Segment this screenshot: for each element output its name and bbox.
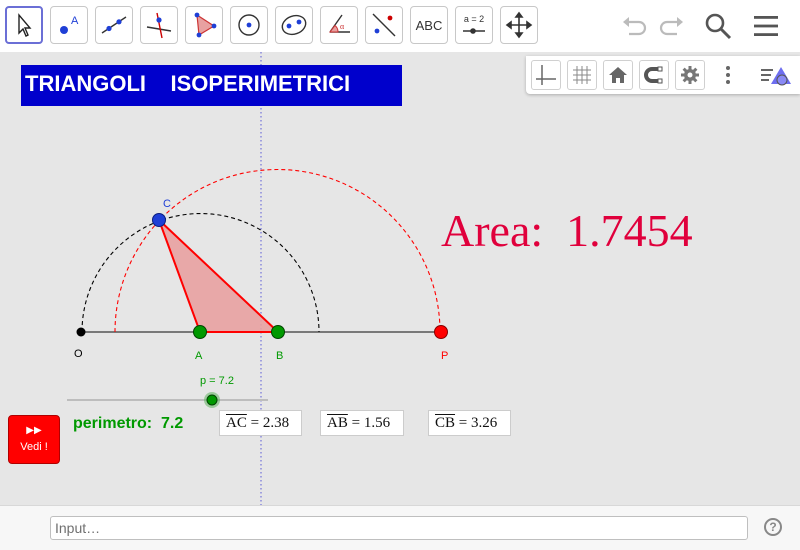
text-icon: ABC (415, 17, 443, 33)
polygon-icon (194, 12, 217, 38)
point-icon: A (60, 15, 79, 34)
home-button[interactable] (603, 60, 633, 90)
segment-ab-value: 1.56 (363, 415, 391, 431)
text-tool-button[interactable]: ABC (410, 6, 448, 44)
perimetro-text: perimetro: 7.2 (73, 415, 183, 433)
perimetro-value: 7.2 (161, 415, 184, 432)
undo-button[interactable] (618, 10, 650, 42)
construction-canvas: O A B C P p = 7.2 (67, 52, 448, 505)
style-bar (526, 56, 800, 94)
perpendicular-line-icon (146, 12, 172, 39)
magnet-icon (644, 66, 663, 84)
redo-icon (659, 17, 683, 36)
fast-forward-icon: ▶▶ (26, 425, 42, 436)
slider-icon: a = 2 (463, 14, 485, 34)
menu-icon (754, 16, 778, 36)
title-box: TRIANGOLI ISOPERIMETRICI (21, 65, 402, 106)
snap-button[interactable] (639, 60, 669, 90)
reflect-icon (372, 13, 396, 37)
svg-text:α: α (340, 22, 345, 31)
svg-text:A: A (71, 15, 79, 27)
segment-cb-value: 3.26 (470, 415, 498, 431)
axes-icon (536, 65, 556, 85)
segment-cb-name: CB (435, 415, 456, 431)
svg-text:a = 2: a = 2 (464, 14, 484, 24)
circle-tool-button[interactable] (230, 6, 268, 44)
slider-label: p = 7.2 (200, 375, 234, 387)
move-graphics-icon (505, 11, 533, 39)
segment-ac-box: AC = 2.38 (219, 410, 302, 436)
graphics-view[interactable]: O A B C P p = 7.2 TRIANGOLI ISOPERIMETRI… (0, 52, 800, 505)
more-icon (726, 66, 730, 84)
slider-handle[interactable] (206, 394, 218, 406)
style-toggle-button[interactable] (756, 59, 796, 91)
title-right: ISOPERIMETRICI (170, 71, 351, 96)
home-icon (609, 67, 627, 83)
area-text: Area: 1.7454 (441, 204, 693, 257)
point-tool-button[interactable]: A (50, 6, 88, 44)
label-p: P (441, 350, 448, 362)
line-tool-button[interactable] (95, 6, 133, 44)
circle-icon (238, 14, 260, 36)
arc-red (114, 169, 441, 333)
perimetro-label: perimetro: (73, 415, 153, 432)
vedi-button[interactable]: ▶▶ Vedi ! (8, 415, 60, 464)
more-button[interactable] (712, 59, 744, 91)
input-bar: ? (0, 505, 800, 550)
style-toggle-icon (761, 67, 791, 86)
segment-cb-box: CB = 3.26 (428, 410, 511, 436)
cursor-icon (18, 13, 32, 37)
main-menu-button[interactable] (750, 10, 782, 42)
label-a: A (195, 350, 203, 362)
move-tool-button[interactable] (5, 6, 43, 44)
settings-button[interactable] (675, 60, 705, 90)
area-label: Area: (441, 205, 544, 256)
search-icon (705, 13, 732, 40)
point-b[interactable] (271, 325, 285, 339)
point-p[interactable] (434, 325, 448, 339)
undo-icon (623, 17, 647, 36)
move-graphics-tool-button[interactable] (500, 6, 538, 44)
point-o[interactable] (76, 327, 86, 337)
reflect-tool-button[interactable] (365, 6, 403, 44)
redo-button[interactable] (656, 10, 688, 42)
help-icon[interactable]: ? (764, 518, 782, 536)
algebra-input[interactable] (50, 516, 748, 540)
line-icon (101, 16, 127, 34)
vedi-label: Vedi ! (20, 441, 48, 453)
grid-icon (573, 66, 591, 84)
polygon-tool-button[interactable] (185, 6, 223, 44)
toolbar: A α ABC a = 2 (0, 0, 800, 52)
segment-ab-box: AB = 1.56 (320, 410, 404, 436)
search-button[interactable] (702, 10, 734, 42)
ellipse-tool-button[interactable] (275, 6, 313, 44)
gear-icon (681, 66, 699, 84)
area-value: 1.7454 (566, 205, 693, 256)
slider-tool-button[interactable]: a = 2 (455, 6, 493, 44)
perpendicular-tool-button[interactable] (140, 6, 178, 44)
triangle-abc[interactable] (158, 219, 281, 333)
angle-tool-button[interactable]: α (320, 6, 358, 44)
label-b: B (276, 350, 283, 362)
label-c: C (163, 198, 171, 210)
segment-ac-value: 2.38 (262, 415, 290, 431)
label-o: O (74, 348, 83, 360)
point-a[interactable] (193, 325, 207, 339)
ellipse-icon (281, 14, 307, 36)
grid-button[interactable] (567, 60, 597, 90)
title-left: TRIANGOLI (25, 71, 146, 96)
segment-ab-name: AB (327, 415, 348, 431)
segment-ac-name: AC (226, 415, 247, 431)
point-c[interactable] (152, 213, 166, 227)
axes-button[interactable] (531, 60, 561, 90)
angle-icon: α (328, 14, 350, 33)
